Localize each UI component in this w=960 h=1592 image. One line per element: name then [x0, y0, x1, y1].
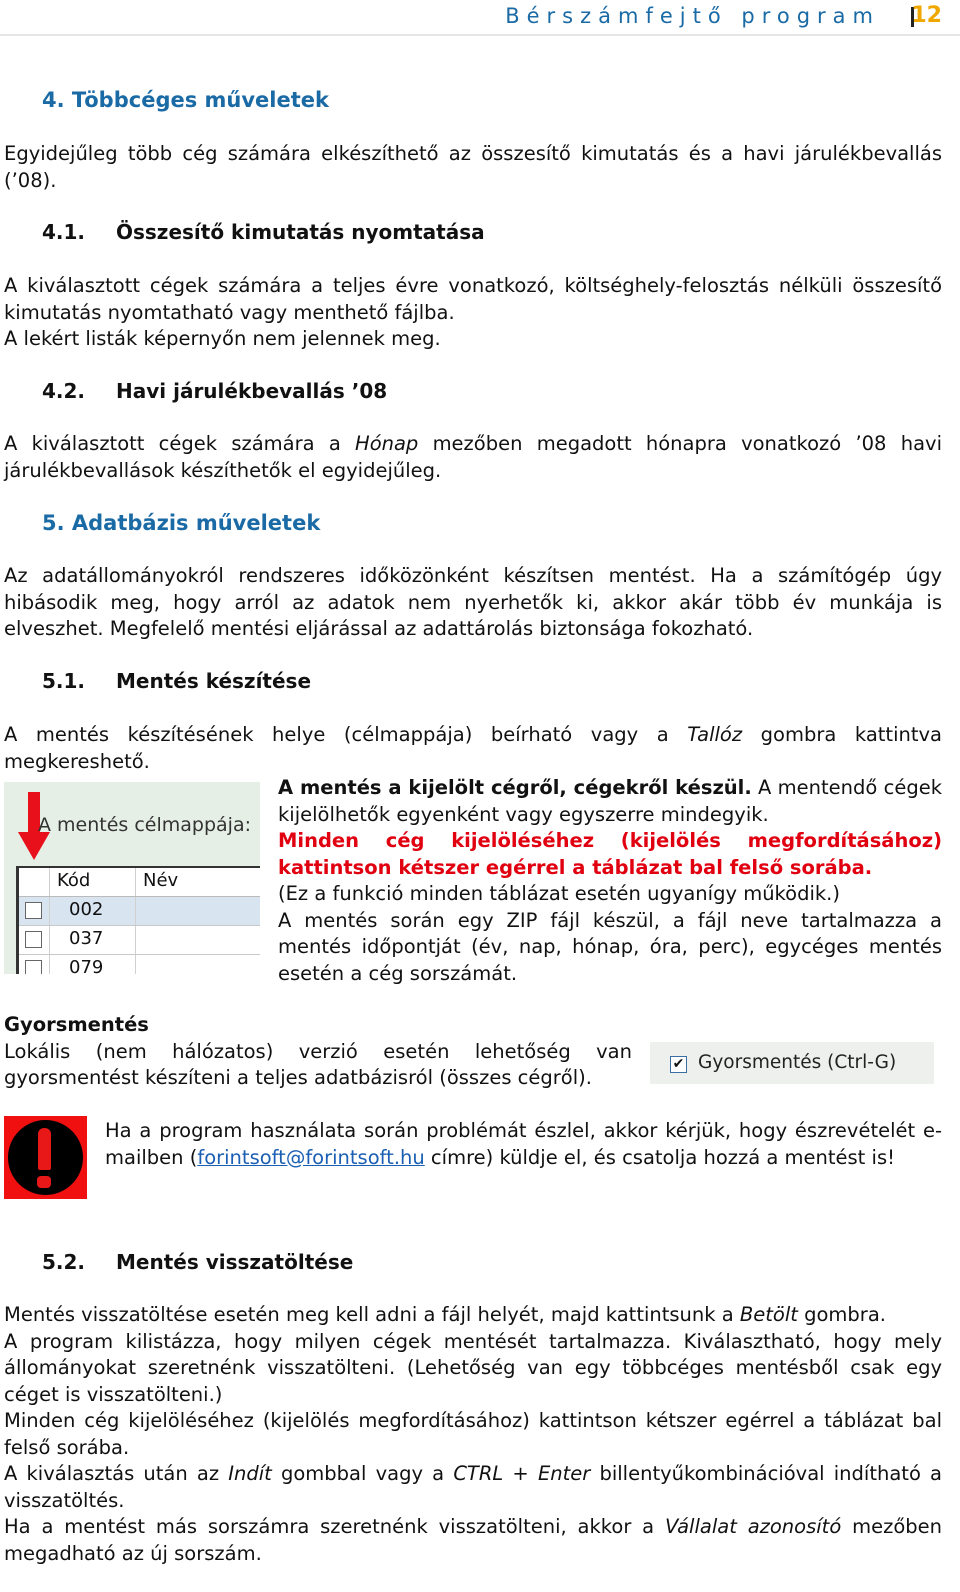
column-divider — [49, 868, 50, 896]
row-code: 079 — [69, 957, 104, 974]
warning-text: Ha a program használata során problémát … — [105, 1118, 942, 1171]
section-5-1-heading: 5.1. Mentés készítése — [42, 669, 311, 693]
quick-backup-checkbox-label: Gyorsmentés (Ctrl-G) — [698, 1052, 897, 1073]
table-row[interactable]: 002 — [19, 897, 260, 926]
backup-folder-screenshot: A mentés célmappája: Kód Név 002 037 079 — [4, 782, 260, 974]
column-divider — [135, 926, 136, 954]
field-name-emphasis: Hónap — [355, 432, 419, 455]
text: A kiválasztott cégek számára a — [4, 432, 356, 455]
section-number: 5.2. — [42, 1250, 86, 1274]
row-checkbox[interactable] — [25, 931, 42, 948]
paragraph: Minden cég kijelöléséhez (kijelölés megf… — [4, 1409, 942, 1459]
section-4-1-heading: 4.1. Összesítő kimutatás nyomtatása — [42, 220, 485, 244]
row-checkbox[interactable] — [25, 960, 42, 974]
section-title: Mentés visszatöltése — [116, 1250, 354, 1274]
quick-backup-body: Lokális (nem hálózatos) verzió esetén le… — [4, 1039, 632, 1090]
section-4-2-body: A kiválasztott cégek számára a Hónap mez… — [4, 431, 942, 484]
section-number: 4.2. — [42, 379, 86, 403]
section-number: 4.1. — [42, 220, 86, 244]
email-link[interactable]: forintsoft@forintsoft.hu — [197, 1146, 424, 1169]
section-4-2-heading: 4.2. Havi járulékbevallás ’08 — [42, 379, 387, 403]
text: gombbal vagy a — [271, 1462, 454, 1485]
quick-backup-section: Gyorsmentés Lokális (nem hálózatos) verz… — [4, 1012, 632, 1092]
quick-backup-checkbox-screenshot: ✔ Gyorsmentés (Ctrl-G) — [650, 1042, 934, 1084]
page-number: 12 — [911, 3, 942, 28]
column-divider — [135, 955, 136, 974]
row-code: 002 — [69, 899, 104, 920]
column-divider — [49, 955, 50, 974]
table-header-row[interactable]: Kód Név — [19, 868, 260, 897]
paren-note: (Ez a funkció minden táblázat esetén ugy… — [278, 882, 840, 905]
bold-lead: A mentés a kijelölt cégről, cégekről kés… — [278, 776, 752, 799]
column-divider — [49, 926, 50, 954]
paragraph: A kiválasztott cégek számára a teljes év… — [4, 274, 942, 324]
column-divider — [135, 868, 136, 896]
row-code: 037 — [69, 928, 104, 949]
text: címre) küldje el, és csatolja hozzá a me… — [424, 1145, 895, 1169]
page-header: Bérszámfejtő program 12 — [0, 0, 960, 36]
paragraph: A program kilistázza, hogy milyen cégek … — [4, 1329, 942, 1406]
table-row[interactable]: 079 — [19, 955, 260, 974]
section-5-heading: 5. Adatbázis műveletek — [42, 511, 321, 535]
section-title: Mentés készítése — [116, 669, 312, 693]
text: Ha a mentést más sorszámra szeretnénk vi… — [4, 1515, 665, 1538]
red-note: Minden cég kijelöléséhez (kijelölés megf… — [278, 829, 942, 879]
section-number: 5.1. — [42, 669, 86, 693]
zip-note: A mentés során egy ZIP fájl készül, a fá… — [278, 908, 942, 985]
section-title: Havi járulékbevallás ’08 — [116, 379, 388, 403]
section-5-1-body: A mentés készítésének helye (célmappája)… — [4, 722, 942, 775]
checkmark-icon[interactable]: ✔ — [670, 1056, 687, 1073]
row-checkbox[interactable] — [25, 902, 42, 919]
section-5-body: Az adatállományokról rendszeres időközön… — [4, 564, 942, 640]
backup-details: A mentés a kijelölt cégről, cégekről kés… — [278, 775, 942, 987]
document-title: Bérszámfejtő program — [505, 4, 880, 28]
section-4-intro: Egyidejűleg több cég számára elkészíthet… — [4, 142, 942, 192]
exclamation-bar — [38, 1128, 51, 1170]
exclamation-dot — [37, 1176, 51, 1188]
section-4-1-body: A kiválasztott cégek számára a teljes év… — [4, 273, 942, 353]
section-5-2-body: Mentés visszatöltése esetén meg kell adn… — [4, 1302, 942, 1567]
quick-backup-title: Gyorsmentés — [4, 1013, 149, 1036]
button-name-emphasis: Betölt — [739, 1303, 798, 1326]
text: Mentés visszatöltése esetén meg kell adn… — [4, 1303, 740, 1326]
shortcut-emphasis: CTRL + Enter — [453, 1462, 591, 1485]
paragraph: A lekért listák képernyőn nem jelennek m… — [4, 327, 441, 350]
column-header-nev[interactable]: Név — [143, 870, 178, 891]
field-name-emphasis: Vállalat azonosító — [665, 1515, 842, 1538]
section-5-2-heading: 5.2. Mentés visszatöltése — [42, 1250, 353, 1274]
column-divider — [49, 897, 50, 925]
backup-folder-label: A mentés célmappája: — [38, 814, 252, 836]
warning-exclamation-icon — [4, 1116, 87, 1199]
section-4-heading: 4. Többcéges műveletek — [42, 88, 329, 112]
button-name-emphasis: Indít — [228, 1462, 272, 1485]
text: A kiválasztás után az — [4, 1462, 229, 1485]
button-name-emphasis: Tallóz — [687, 723, 743, 746]
company-table: Kód Név 002 037 079 — [16, 866, 260, 974]
column-header-kod[interactable]: Kód — [57, 870, 90, 891]
section-title: Összesítő kimutatás nyomtatása — [116, 220, 485, 244]
text: gombra. — [797, 1303, 886, 1326]
red-arrow-down-icon — [18, 832, 50, 860]
table-row[interactable]: 037 — [19, 926, 260, 955]
column-divider — [135, 897, 136, 925]
text: A mentés készítésének helye (célmappája)… — [4, 723, 688, 746]
